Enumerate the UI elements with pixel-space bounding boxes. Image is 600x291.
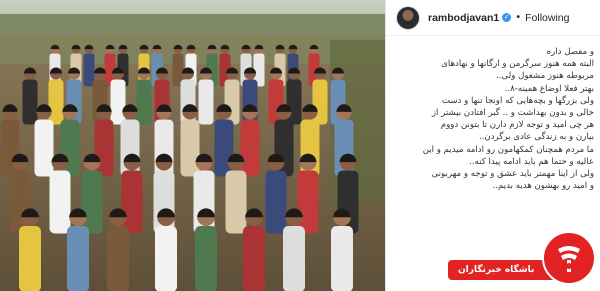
caption-line: بهتر فعلا اوضاع همینه-۸.. bbox=[504, 83, 594, 94]
person-body bbox=[155, 226, 177, 291]
person-body bbox=[283, 226, 305, 291]
person-body bbox=[110, 79, 126, 125]
caption-line: هر چی امید و توجه لازم دارن تا بتونن دوو… bbox=[440, 120, 594, 131]
post-header: rambodjavan1 ✓ • Following bbox=[386, 0, 600, 36]
post-sidebar: rambodjavan1 ✓ • Following و مفصل داره ا… bbox=[385, 0, 600, 291]
person-body bbox=[198, 79, 214, 125]
person-body bbox=[195, 226, 217, 291]
person-body bbox=[34, 119, 54, 177]
caption-line: عالیه و حتما هم باید ادامه پیدا کنه.. bbox=[469, 156, 594, 167]
caption-line: ما مردم همچنان کمکهامون رو ادامه میدیم و… bbox=[422, 144, 594, 155]
person-body bbox=[48, 79, 64, 125]
person-body bbox=[240, 119, 260, 177]
person-body bbox=[243, 226, 265, 291]
person-body bbox=[107, 226, 129, 291]
caption-line: مربوطه هنوز مشغول ولی.. bbox=[495, 71, 594, 82]
person-body bbox=[297, 170, 319, 234]
group-photo-illustration bbox=[0, 0, 385, 291]
person-body bbox=[331, 226, 353, 291]
person-body bbox=[81, 170, 103, 234]
caption-line: خالی و بدون بهداشت و .. گیر افتادن بیشتر… bbox=[431, 108, 594, 119]
person-body bbox=[19, 226, 41, 291]
username-link[interactable]: rambodjavan1 bbox=[428, 12, 499, 24]
caption-line: و امید رو بهشون هدیه بدیم.. bbox=[492, 181, 595, 192]
watermark-logo: باشگاه خبرنگاران bbox=[448, 231, 596, 287]
separator-dot: • bbox=[515, 12, 522, 23]
person-body bbox=[265, 170, 287, 234]
person-body bbox=[136, 79, 152, 125]
person-body bbox=[22, 79, 38, 125]
person-body bbox=[180, 119, 200, 177]
verified-badge-icon: ✓ bbox=[502, 13, 512, 22]
caption-line: ولی بزرگها و بچه‌هایی که اونجا تنها و دس… bbox=[441, 95, 594, 106]
person-body bbox=[121, 170, 143, 234]
following-button[interactable]: Following bbox=[525, 12, 569, 24]
person-body bbox=[225, 170, 247, 234]
post-photo[interactable] bbox=[0, 0, 385, 291]
caption-line: و مفصل داره bbox=[546, 47, 594, 57]
person-body bbox=[49, 170, 71, 234]
watermark-emblem-icon bbox=[542, 231, 596, 285]
person-body bbox=[83, 53, 95, 87]
caption-line: ولی از اینا مهمتر باید عشق و توجه و مهرب… bbox=[431, 169, 594, 180]
person-body bbox=[67, 226, 89, 291]
avatar[interactable] bbox=[396, 5, 420, 30]
caption-line: بیارن و به زندگی عادی برگردن.. bbox=[478, 132, 594, 143]
post-caption: و مفصل داره البته همه هنوز سرگرمن و ارگا… bbox=[394, 46, 594, 192]
caption-line: البته همه هنوز سرگرمن و ارگانها و نهادها… bbox=[441, 59, 594, 70]
